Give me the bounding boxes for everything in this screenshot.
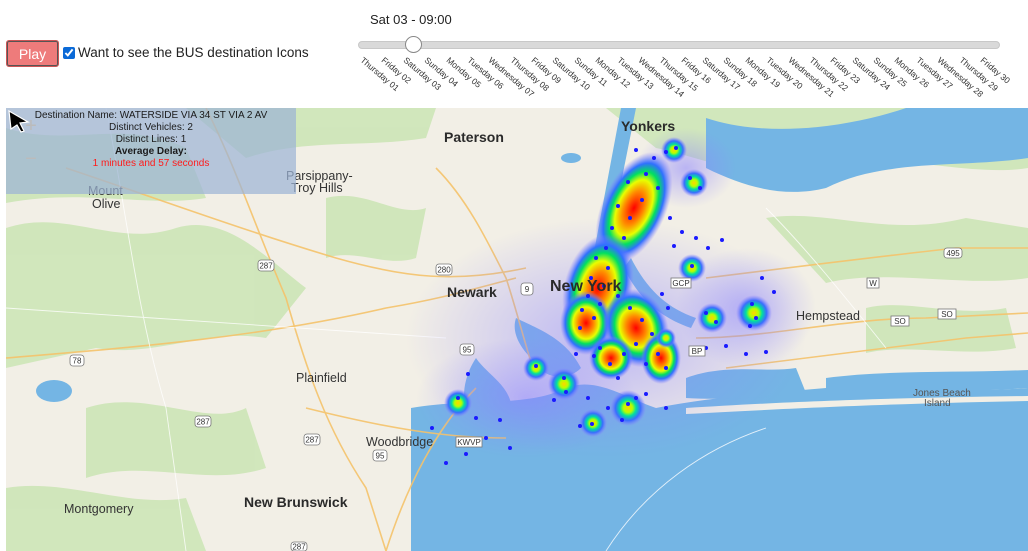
- day-tick-label: Monday 19: [743, 55, 783, 90]
- route-shield: 287: [290, 541, 308, 551]
- day-tick-label: Thursday 01: [358, 55, 402, 94]
- svg-text:78: 78: [73, 357, 82, 366]
- day-tick-label: Sunday 11: [572, 55, 610, 89]
- route-shield: 9: [520, 282, 534, 296]
- svg-text:9: 9: [525, 285, 530, 294]
- distinct-vehicles: Distinct Vehicles: 2: [109, 122, 193, 133]
- route-shield: KWVP: [455, 436, 483, 448]
- day-tick-label: Monday 05: [444, 55, 483, 90]
- route-shield: BP: [688, 345, 706, 357]
- svg-text:95: 95: [376, 452, 385, 461]
- route-shield: W: [866, 277, 880, 289]
- mouse-cursor-icon: [8, 109, 30, 133]
- distinct-lines: Distinct Lines: 1: [115, 134, 187, 145]
- time-slider-track[interactable]: [358, 41, 1000, 49]
- day-tick-label: Saturday 17: [700, 55, 743, 93]
- day-tick-label: Sunday 18: [722, 55, 760, 89]
- play-button[interactable]: Play: [6, 40, 59, 67]
- svg-text:495: 495: [946, 249, 960, 258]
- day-tick-label: Saturday 24: [850, 55, 892, 93]
- route-shield: SO: [937, 308, 957, 320]
- route-shield: 495: [943, 247, 963, 259]
- day-tick-label: Monday 12: [593, 55, 633, 90]
- svg-text:KWVP: KWVP: [457, 438, 481, 447]
- svg-text:95: 95: [463, 346, 472, 355]
- current-time-label: Sat 03 - 09:00: [370, 12, 452, 27]
- day-tick-label: Sunday 04: [422, 55, 461, 89]
- svg-text:287: 287: [292, 543, 306, 551]
- svg-text:287: 287: [196, 418, 210, 427]
- route-shield: 95: [372, 449, 388, 462]
- map-view[interactable]: 287 280 9 95 78 287 287 95 KWVP GCP BP 4…: [6, 108, 1028, 551]
- day-tick-label: Wednesday 07: [486, 55, 537, 100]
- svg-text:287: 287: [259, 262, 273, 271]
- day-tick-label: Tuesday 13: [615, 55, 656, 92]
- day-tick-label: Thursday 22: [807, 55, 851, 94]
- day-tick-label: Saturday 03: [401, 55, 443, 93]
- day-tick-label: Sunday 25: [871, 55, 910, 89]
- svg-text:GCP: GCP: [672, 279, 689, 288]
- average-delay-label: Average Delay:: [115, 146, 187, 157]
- route-shield: SO: [890, 315, 910, 327]
- place-island: Island: [924, 398, 951, 409]
- place-paterson: Paterson: [444, 129, 504, 145]
- place-new-brunswick: New Brunswick: [244, 494, 348, 510]
- svg-text:BP: BP: [692, 347, 703, 356]
- day-tick-label: Monday 26: [893, 55, 932, 90]
- route-shield: 280: [435, 263, 453, 276]
- destination-info-panel: + − Destination Name: WATERSIDE VIA 34 S…: [6, 108, 296, 194]
- place-woodbridge: Woodbridge: [366, 435, 434, 449]
- day-tick-label: Friday 09: [529, 55, 564, 86]
- svg-text:287: 287: [305, 436, 319, 445]
- svg-text:SO: SO: [894, 317, 906, 326]
- place-plainfield: Plainfield: [296, 371, 347, 385]
- day-tick-label: Wednesday 28: [935, 55, 986, 100]
- place-olive: Olive: [92, 197, 121, 211]
- day-tick-label: Thursday 29: [957, 55, 1000, 94]
- bus-icons-label: Want to see the BUS destination Icons: [78, 45, 309, 60]
- time-slider-thumb[interactable]: [404, 36, 422, 53]
- svg-text:SO: SO: [941, 310, 953, 319]
- day-tick-label: Friday 30: [978, 55, 1013, 86]
- day-tick-label: Tuesday 20: [764, 55, 805, 92]
- day-tick-label: Friday 23: [828, 55, 863, 86]
- place-troy-hills: Troy Hills: [291, 181, 343, 195]
- day-tick-label: Friday 16: [679, 55, 713, 86]
- route-shield: 78: [69, 354, 85, 367]
- day-tick-label: Thursday 15: [657, 55, 701, 94]
- route-shield: 95: [459, 343, 475, 356]
- svg-text:W: W: [869, 279, 877, 288]
- day-tick-label: Tuesday 06: [465, 55, 506, 92]
- svg-text:280: 280: [437, 266, 451, 275]
- place-montgomery: Montgomery: [64, 502, 134, 516]
- route-shield: 287: [257, 259, 275, 272]
- bus-icons-checkbox[interactable]: [63, 47, 75, 59]
- place-new-york: New York: [550, 278, 622, 295]
- place-hempstead: Hempstead: [796, 309, 860, 323]
- destination-name: Destination Name: WATERSIDE VIA 34 ST VI…: [34, 110, 268, 121]
- day-tick-label: Wednesday 21: [786, 55, 836, 100]
- route-shield: GCP: [670, 277, 692, 289]
- day-tick-label: Saturday 10: [550, 55, 593, 93]
- day-tick-label: Thursday 08: [508, 55, 551, 94]
- place-yonkers: Yonkers: [621, 118, 676, 134]
- route-shield: 287: [303, 433, 321, 446]
- day-tick-label: Friday 02: [379, 55, 414, 86]
- day-tick-label: Wednesday 14: [636, 55, 687, 100]
- average-delay-value: 1 minutes and 57 seconds: [92, 158, 210, 169]
- route-shield: 287: [194, 415, 212, 428]
- control-bar: Play Want to see the BUS destination Ico…: [0, 0, 1028, 108]
- place-newark: Newark: [447, 284, 497, 300]
- day-tick-label: Tuesday 27: [914, 55, 955, 92]
